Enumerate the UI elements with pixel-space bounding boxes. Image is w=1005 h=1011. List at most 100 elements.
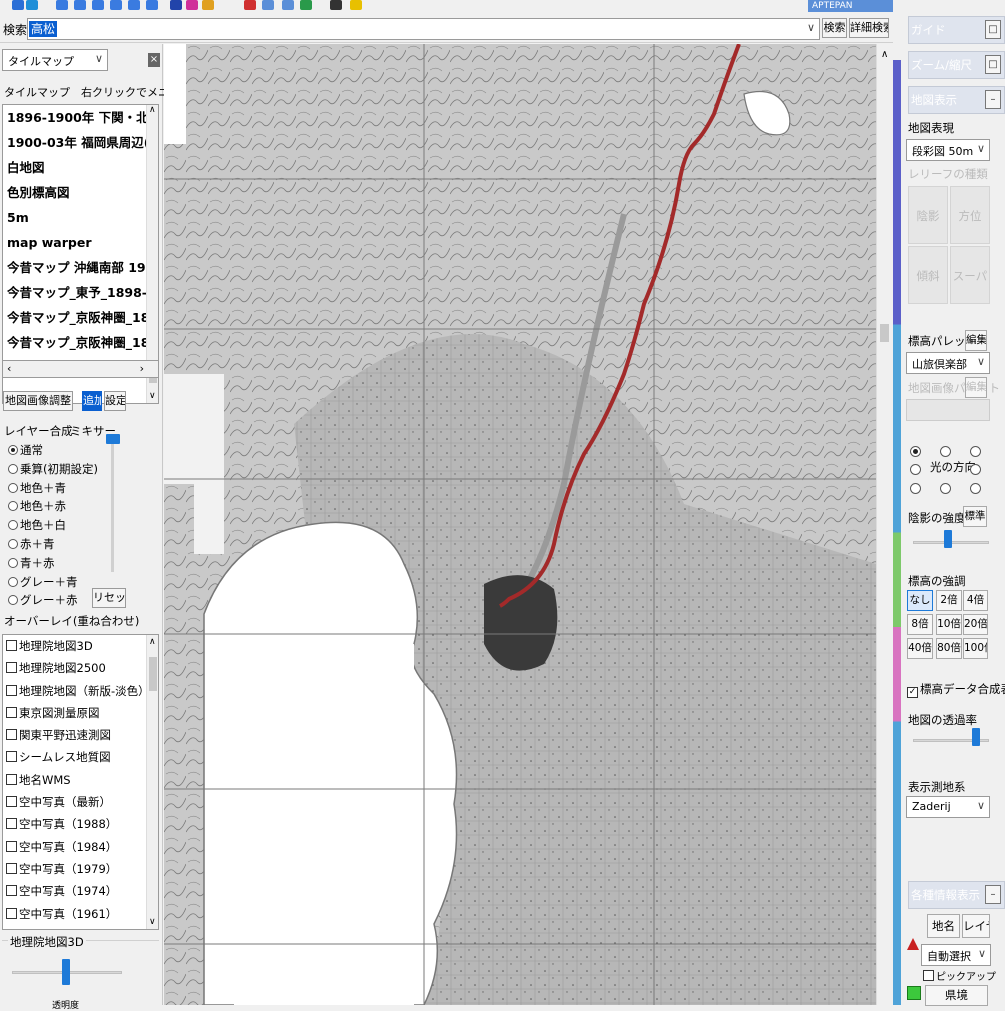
info-display-header[interactable]: 各種情報表示 – [908, 881, 1005, 909]
checkbox[interactable] [923, 970, 934, 981]
prefecture-border-button[interactable]: 県境 [925, 985, 988, 1006]
relief-direction-button[interactable]: 方位 [950, 186, 990, 244]
tile-list-scrollbar[interactable]: ∧ ∨ [146, 105, 158, 403]
checkbox-checked[interactable]: ✓ [907, 687, 918, 698]
checkbox[interactable] [6, 662, 17, 674]
maximize-icon[interactable]: □ [985, 55, 1001, 74]
light-direction-radio[interactable] [940, 446, 951, 457]
radio-icon[interactable] [8, 482, 18, 493]
checkbox[interactable] [6, 706, 17, 718]
mixer-slider-thumb[interactable] [106, 434, 120, 444]
tile-list-item[interactable]: 今昔マップ_京阪神圏_1892-1910 [3, 330, 158, 355]
chevron-right-icon[interactable]: › [140, 362, 144, 375]
blend-mode-radio[interactable]: 地色＋赤 [8, 498, 66, 514]
layer-icon[interactable] [146, 0, 158, 10]
map-scrollbar[interactable]: ∧ [876, 44, 893, 1005]
radio-icon[interactable] [8, 576, 18, 587]
chevron-down-icon[interactable]: ∨ [149, 391, 156, 401]
checkbox[interactable] [6, 684, 17, 696]
overlay-list-item[interactable]: 東京図測量原図 [3, 702, 158, 724]
lightbulb-icon[interactable] [350, 0, 362, 10]
elev-emphasis-button[interactable]: 2倍 [936, 590, 962, 611]
palette-select[interactable]: 山旅倶楽部 ∨ [906, 352, 990, 374]
checkbox[interactable] [6, 840, 17, 852]
elev-emphasis-button[interactable]: なし [907, 590, 933, 611]
map-style-select[interactable]: 段彩図 50m ∨ [906, 139, 990, 161]
layer-icon[interactable] [110, 0, 122, 10]
tool-icon[interactable] [202, 0, 214, 10]
relief-slope-button[interactable]: 傾斜 [908, 246, 948, 304]
pickup-row[interactable]: ピックアップ [923, 968, 996, 983]
checkbox[interactable] [6, 773, 17, 785]
map-image-adjust-button[interactable]: 地図画像調整 [3, 391, 73, 411]
radio-icon[interactable] [8, 501, 18, 512]
chevron-down-icon[interactable]: ∨ [149, 917, 156, 927]
globe-icon[interactable] [282, 0, 294, 10]
image-palette-edit-button[interactable]: 編集 [965, 377, 987, 398]
overlay-list-item[interactable]: 地理院地図2500 [3, 657, 158, 679]
old-map-image[interactable] [164, 44, 876, 1005]
checkbox[interactable] [6, 885, 17, 897]
checkbox[interactable] [6, 862, 17, 874]
tile-map-list[interactable]: 1896-1900年 下関・北九州(1万分11900-03年 福岡県周辺(5万分… [2, 104, 159, 404]
light-direction-radio[interactable] [910, 483, 921, 494]
light-direction-radio[interactable] [940, 483, 951, 494]
opacity-slider-thumb[interactable] [62, 959, 70, 985]
tile-list-item[interactable]: 1900-03年 福岡県周辺(5万分1) [3, 130, 158, 155]
chevron-up-icon[interactable]: ∧ [149, 105, 156, 115]
chevron-up-icon[interactable]: ∧ [149, 637, 156, 647]
radio-icon[interactable] [8, 445, 18, 455]
shade-slider-thumb[interactable] [944, 530, 952, 548]
layer-icon[interactable] [92, 0, 104, 10]
pin-icon[interactable] [186, 0, 198, 10]
elev-emphasis-button[interactable]: 80倍 [936, 638, 962, 659]
relief-shade-button[interactable]: 陰影 [908, 186, 948, 244]
blend-mode-radio[interactable]: 青＋赤 [8, 555, 55, 571]
standard-button[interactable]: 標準 [963, 506, 987, 527]
tile-list-item[interactable]: map warper [3, 230, 158, 255]
map-display-header[interactable]: 地図表示 – [908, 86, 1005, 114]
radio-icon[interactable] [8, 520, 18, 531]
chevron-left-icon[interactable]: ‹ [7, 362, 11, 375]
layer-icon[interactable] [74, 0, 86, 10]
checkbox[interactable] [6, 818, 17, 830]
scroll-thumb[interactable] [149, 657, 157, 691]
radio-icon[interactable] [8, 557, 18, 568]
settings-button[interactable]: 設定 [104, 391, 126, 411]
cursor-icon[interactable] [12, 0, 24, 10]
tile-list-item[interactable]: 今昔マップ 沖縄南部 1919 [3, 255, 158, 280]
print-icon[interactable] [300, 0, 312, 10]
minimize-icon[interactable]: – [985, 885, 1001, 904]
elev-emphasis-button[interactable]: 4倍 [963, 590, 988, 611]
layer-button[interactable]: レイヤー [962, 914, 990, 938]
overlay-list-item[interactable]: 空中写真（1984） [3, 836, 158, 858]
arrow-icon[interactable] [26, 0, 38, 10]
tile-list-item[interactable]: 1896-1900年 下関・北九州(1万分1 [3, 105, 158, 130]
search-input[interactable]: 高松 ∨ [27, 18, 820, 40]
checkbox[interactable] [6, 729, 17, 741]
search-button[interactable]: 検索 [822, 18, 847, 38]
elev-emphasis-button[interactable]: 20倍 [963, 614, 988, 635]
maximize-icon[interactable]: □ [985, 20, 1001, 39]
light-direction-radio[interactable] [910, 446, 921, 457]
place-name-button[interactable]: 地名 [927, 914, 960, 938]
scroll-thumb[interactable] [880, 324, 889, 342]
reset-button[interactable]: リセット [92, 588, 126, 608]
overlay-list-item[interactable]: 空中写真（最新） [3, 791, 158, 813]
overlay-list-item[interactable]: 空中写真（1961） [3, 903, 158, 925]
checkbox[interactable] [6, 796, 17, 808]
radio-icon[interactable] [8, 539, 18, 549]
window-icon[interactable] [262, 0, 274, 10]
image-palette-select[interactable] [906, 399, 990, 421]
overlay-list[interactable]: 地理院地図3D 地理院地図2500 地理院地図（新版-淡色） 東京図測量原図 関東平野迅… [2, 634, 159, 930]
palette-edit-button[interactable]: 編集 [965, 330, 987, 351]
datum-select[interactable]: Zaderij ∨ [906, 796, 990, 818]
chevron-up-icon[interactable]: ∧ [881, 49, 888, 60]
tile-list-item[interactable]: 白地図 [3, 155, 158, 180]
overlay-list-scrollbar[interactable]: ∧ ∨ [146, 635, 158, 929]
blend-mode-radio[interactable]: 通常 [8, 442, 43, 458]
overlay-list-item[interactable]: 関東平野迅速測図 [3, 724, 158, 746]
light-direction-radio[interactable] [970, 464, 981, 475]
mixer-track[interactable] [111, 442, 114, 572]
blend-mode-radio[interactable]: グレー＋青 [8, 574, 78, 590]
